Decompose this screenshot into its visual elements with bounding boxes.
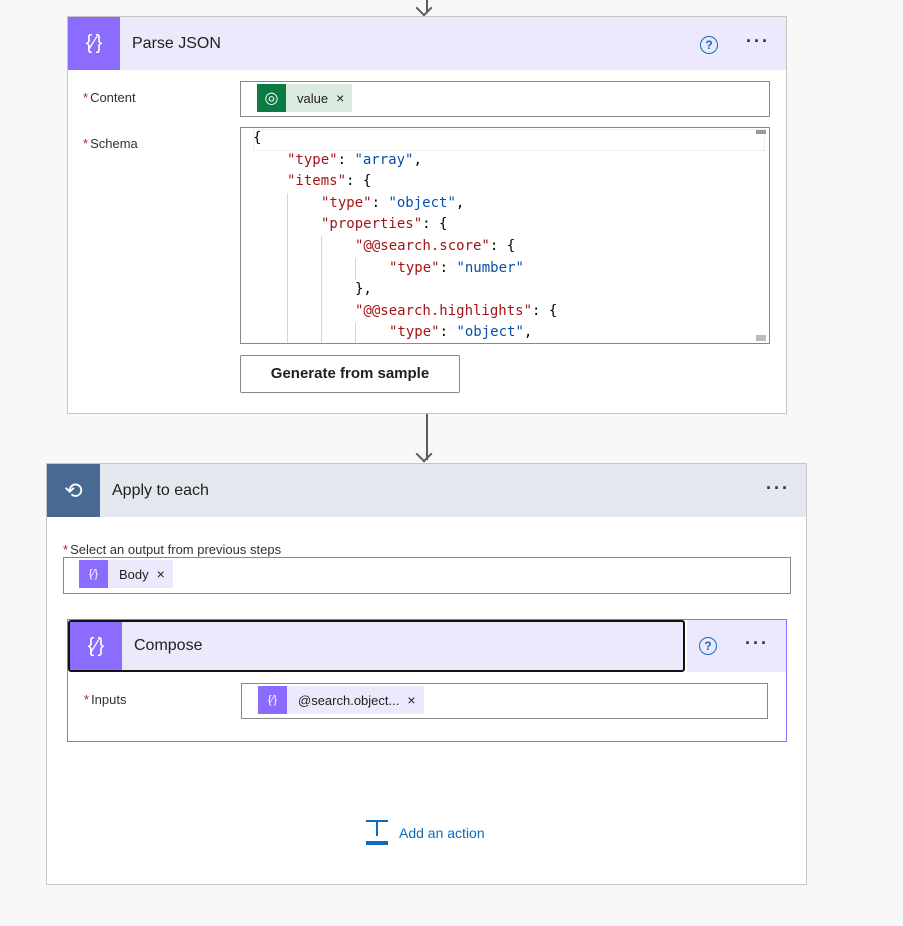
- code-line: "type": "object",: [389, 324, 533, 341]
- compose-card: {∕} Compose ? ··· * Inputs {∕} @search.ob…: [67, 619, 787, 742]
- scrollbar[interactable]: [756, 128, 766, 343]
- search-object-token[interactable]: {∕} @search.object... ×: [258, 686, 424, 714]
- json-key: "type": [389, 259, 440, 276]
- label-text: Inputs: [91, 692, 127, 707]
- json-key: "properties": [321, 216, 423, 233]
- more-options-button[interactable]: ···: [746, 31, 770, 52]
- json-key: "type": [321, 194, 372, 211]
- data-operation-icon: {∕}: [79, 560, 108, 588]
- indent-guide: [355, 323, 356, 343]
- arrow-head-icon: [415, 445, 433, 463]
- indent-guide: [355, 258, 356, 280]
- label-text: Schema: [90, 136, 138, 151]
- content-label: * Content: [83, 90, 136, 105]
- label-text: Content: [90, 90, 136, 105]
- add-action-button[interactable]: Add an action: [366, 820, 485, 845]
- schema-editor[interactable]: { "type": "array", "items": { "type": "obje…: [240, 127, 770, 344]
- code-line: "type": "object",: [321, 194, 465, 211]
- dataverse-icon: ◎: [257, 84, 286, 112]
- json-punct: {: [439, 216, 448, 233]
- inputs-label: * Inputs: [84, 692, 126, 707]
- schema-label: * Schema: [83, 136, 138, 151]
- json-punct: ,: [413, 151, 422, 168]
- json-punct: ,: [455, 194, 465, 211]
- json-key: "items": [287, 173, 347, 190]
- code-line: "@@search.highlights": {: [355, 302, 558, 319]
- code-line: "properties": {: [321, 216, 448, 233]
- token-label: Body: [119, 566, 149, 582]
- add-action-icon: [366, 820, 388, 845]
- remove-token-button[interactable]: ×: [407, 692, 423, 708]
- data-operation-icon: {∕}: [70, 622, 122, 670]
- loop-icon: ⟲: [47, 464, 100, 517]
- data-operation-icon: {∕}: [68, 17, 120, 70]
- code-line: "items": {: [287, 173, 372, 190]
- generate-from-sample-button[interactable]: Generate from sample: [240, 355, 460, 393]
- json-key: "type": [287, 151, 338, 168]
- select-output-label: * Select an output from previous steps: [63, 542, 281, 557]
- indent-guide: [321, 236, 322, 343]
- json-punct: },: [355, 281, 372, 298]
- parse-json-header[interactable]: {∕} Parse JSON: [68, 17, 786, 70]
- indent-guide: [287, 193, 288, 343]
- json-punct: {: [548, 302, 558, 319]
- current-line-highlight: [253, 129, 765, 151]
- code-line: {: [253, 128, 261, 150]
- json-value: "object": [456, 324, 524, 341]
- json-key: "type": [389, 324, 440, 341]
- required-mark: *: [84, 692, 90, 707]
- json-key: "@@search.highlights": [355, 302, 533, 319]
- apply-to-each-header[interactable]: ⟲ Apply to each: [47, 464, 806, 517]
- token-label: @search.object...: [298, 692, 400, 708]
- required-mark: *: [83, 90, 89, 105]
- data-operation-icon: {∕}: [258, 686, 287, 714]
- card-title: Compose: [134, 637, 203, 654]
- arrow-head-icon: [415, 0, 433, 17]
- more-options-button[interactable]: ···: [766, 478, 790, 499]
- code-line: "type": "number": [389, 259, 524, 276]
- code-line: "@@search.score": {: [355, 238, 516, 254]
- parse-json-card: {∕} Parse JSON ? ··· * Content ◎ value × …: [67, 16, 787, 414]
- json-value: "object": [388, 194, 456, 211]
- body-token[interactable]: {∕} Body ×: [79, 560, 173, 588]
- json-punct: {: [362, 173, 372, 190]
- help-icon[interactable]: ?: [700, 36, 718, 54]
- code-line: "type": "array",: [287, 151, 422, 168]
- card-title: Parse JSON: [132, 34, 221, 52]
- add-action-label: Add an action: [399, 824, 485, 841]
- json-value: "array": [354, 151, 414, 168]
- remove-token-button[interactable]: ×: [336, 90, 352, 106]
- json-value: "number": [456, 259, 524, 276]
- json-punct: {: [253, 130, 262, 146]
- json-key: "@@search.score": [355, 238, 490, 254]
- more-options-button[interactable]: ···: [745, 633, 769, 654]
- json-punct: ,: [523, 324, 533, 341]
- json-punct: {: [506, 238, 516, 254]
- compose-header[interactable]: {∕} Compose: [68, 620, 685, 672]
- help-icon[interactable]: ?: [699, 637, 717, 655]
- required-mark: *: [83, 136, 89, 151]
- card-title: Apply to each: [112, 481, 209, 499]
- remove-token-button[interactable]: ×: [157, 566, 173, 582]
- label-text: Select an output from previous steps: [70, 542, 282, 557]
- code-line: },: [355, 279, 372, 301]
- token-label: value: [297, 90, 329, 106]
- content-token[interactable]: ◎ value ×: [257, 84, 353, 112]
- required-mark: *: [63, 542, 69, 557]
